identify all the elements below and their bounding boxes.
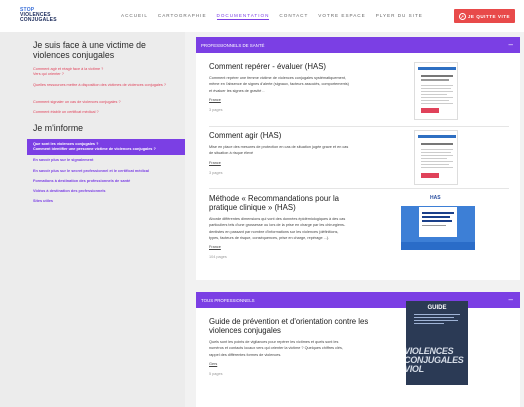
doc-description: Comment repérer une femme victime de vio…: [209, 76, 349, 93]
doc-description: Aborde différentes dimensions qui vont d…: [209, 217, 346, 240]
sidebar-link-certificat[interactable]: Comment établir un certificat médical ?: [33, 110, 181, 115]
doc-title[interactable]: Comment repérer - évaluer (HAS): [209, 62, 509, 71]
site-logo[interactable]: STOP VIOLENCES CONJUGALES: [20, 8, 60, 23]
doc-title[interactable]: Comment agir (HAS): [209, 131, 509, 140]
main-nav: ACCUEIL CARTOGRAPHIE DOCUMENTATION CONTA…: [121, 13, 423, 20]
guide-watermark: VIOLENCES CONJUGALES VIOL: [406, 347, 464, 374]
sidebar-link-ressources[interactable]: Quelles ressources mettre à disposition …: [33, 83, 181, 88]
quick-exit-button[interactable]: ↗ JE QUITTE VITE: [454, 9, 515, 23]
sidebar-title-victim: Je suis face à une victime de violences …: [33, 40, 146, 60]
nav-cartographie[interactable]: CARTOGRAPHIE: [158, 13, 207, 20]
nav-documentation[interactable]: DOCUMENTATION: [216, 13, 270, 20]
sidebar-item-formations[interactable]: Formations à destination des professionn…: [33, 179, 181, 184]
section-header[interactable]: PROFESSIONNELS DE SANTÉ –: [196, 37, 520, 53]
doc-description: Mise en place des mesures de protection …: [209, 145, 349, 156]
sidebar-link-orienter[interactable]: Vers qui orienter ?: [33, 72, 181, 77]
nav-plyer[interactable]: PLYER DU SITE: [376, 13, 423, 20]
doc-thumbnail[interactable]: [414, 130, 458, 185]
doc-language-link[interactable]: France: [209, 161, 509, 165]
section-health-professionals: PROFESSIONNELS DE SANTÉ – Comment repére…: [196, 37, 520, 280]
doc-cover-icon: [418, 67, 456, 113]
sidebar-item-videos[interactable]: Vidéos à destination des professionnels: [33, 189, 181, 194]
doc-description: Quels sont les points de vigilances pour…: [209, 340, 343, 357]
logo-line-3: CONJUGALES: [20, 17, 57, 23]
guide-thumbnail[interactable]: GUIDE VIOLENCES CONJUGALES VIOL: [406, 301, 468, 385]
nav-votre-espace[interactable]: VOTRE ESPACE: [318, 13, 365, 20]
guide-watermark-line-3: VIOL: [406, 364, 424, 374]
sidebar: Je suis face à une victime de violences …: [0, 32, 185, 407]
doc-title[interactable]: Guide de prévention et d'orientation con…: [209, 317, 379, 335]
doc-thumbnail[interactable]: HAS: [401, 192, 475, 250]
sidebar-item-secret[interactable]: En savoir plus sur le secret professionn…: [33, 169, 181, 174]
doc-item: Comment repérer - évaluer (HAS) Comment …: [209, 62, 509, 112]
nav-contact[interactable]: CONTACT: [279, 13, 308, 20]
doc-title[interactable]: Méthode « Recommandations pour la pratiq…: [209, 194, 359, 212]
exit-icon: ↗: [458, 12, 466, 20]
section-title: TOUS PROFESSIONNELS: [201, 297, 255, 303]
section-all-professionals: TOUS PROFESSIONNELS – Guide de préventio…: [196, 292, 520, 407]
has-label: HAS: [430, 195, 441, 201]
doc-thumbnail[interactable]: [414, 62, 458, 120]
doc-item: Comment agir (HAS) Mise en place des mes…: [209, 131, 509, 175]
sidebar-item-sites[interactable]: Sites utiles: [33, 199, 181, 204]
doc-language-link[interactable]: France: [209, 98, 509, 102]
sidebar-title-inform: Je m'informe: [33, 123, 84, 133]
sidebar-active-line-2: Comment identifier une personne victime …: [33, 147, 156, 151]
sidebar-item-signalement[interactable]: En savoir plus sur le signalement: [33, 158, 181, 163]
divider: [209, 126, 509, 127]
section-title: PROFESSIONNELS DE SANTÉ: [201, 42, 265, 48]
doc-pages: 104 pages: [209, 255, 227, 260]
doc-cover-icon: [418, 135, 456, 178]
section-header[interactable]: TOUS PROFESSIONNELS –: [196, 292, 520, 308]
divider: [209, 188, 509, 189]
sidebar-item-active[interactable]: Que sont les violences conjugales ? Comm…: [27, 139, 185, 155]
collapse-icon[interactable]: –: [509, 41, 513, 49]
quick-exit-label: JE QUITTE VITE: [467, 13, 511, 19]
nav-accueil[interactable]: ACCUEIL: [121, 13, 148, 20]
doc-pages: 3 pages: [209, 170, 223, 175]
site-header: STOP VIOLENCES CONJUGALES ACCUEIL CARTOG…: [0, 0, 524, 32]
doc-pages: 3 pages: [209, 107, 223, 112]
collapse-icon[interactable]: –: [509, 296, 513, 304]
sidebar-link-signaler[interactable]: Comment signaler un cas de violences con…: [33, 100, 181, 105]
